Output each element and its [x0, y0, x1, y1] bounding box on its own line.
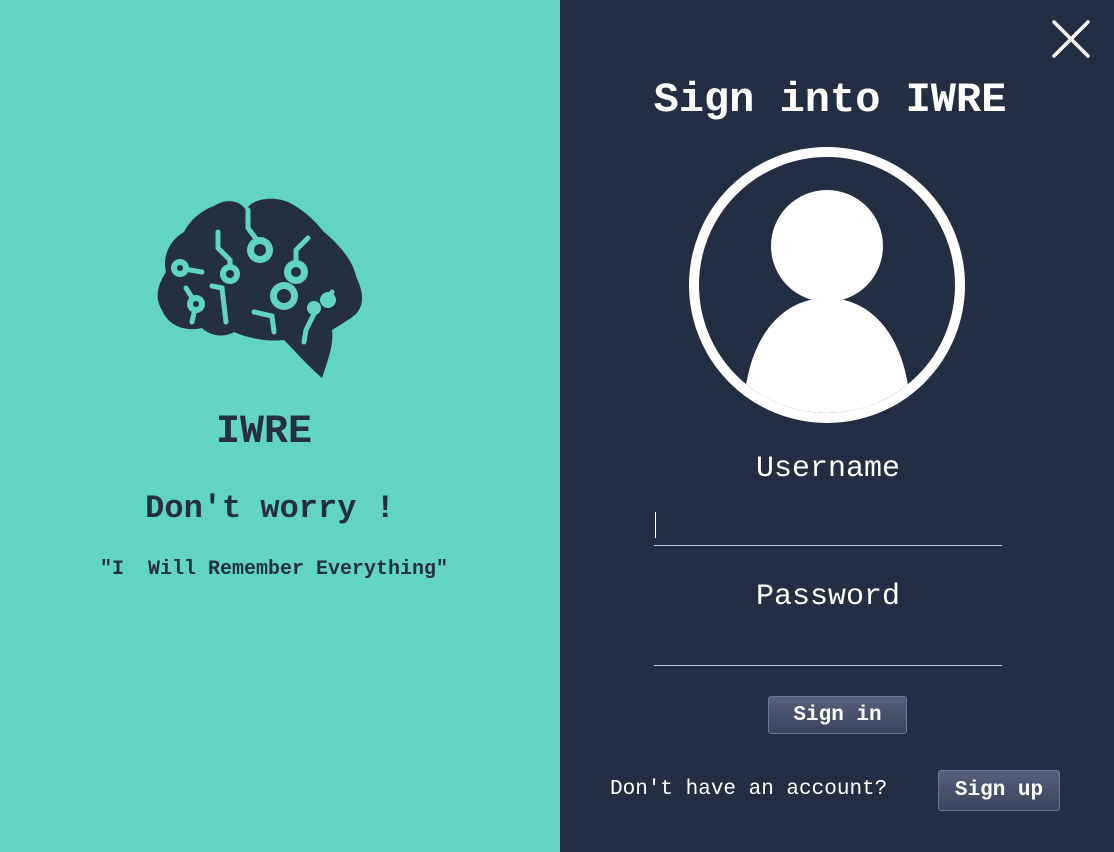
- brand-panel: IWRE Don't worry ! "I Will Remember Ever…: [0, 0, 560, 852]
- text-caret: [655, 512, 656, 538]
- user-avatar-icon: [689, 147, 965, 423]
- motto: "I Will Remember Everything": [99, 558, 449, 581]
- signin-button[interactable]: Sign in: [768, 696, 907, 734]
- app-name: IWRE: [215, 410, 312, 455]
- close-icon[interactable]: [1050, 18, 1092, 60]
- signup-prompt: Don't have an account?: [610, 778, 888, 801]
- signin-title: Sign into IWRE: [653, 76, 1007, 124]
- username-input[interactable]: [654, 512, 1002, 546]
- password-input[interactable]: [654, 632, 1002, 666]
- signup-button[interactable]: Sign up: [938, 770, 1060, 811]
- tagline: Don't worry !: [145, 490, 395, 527]
- brain-circuit-logo: [157, 198, 363, 378]
- username-label: Username: [755, 452, 901, 486]
- password-label: Password: [755, 580, 901, 614]
